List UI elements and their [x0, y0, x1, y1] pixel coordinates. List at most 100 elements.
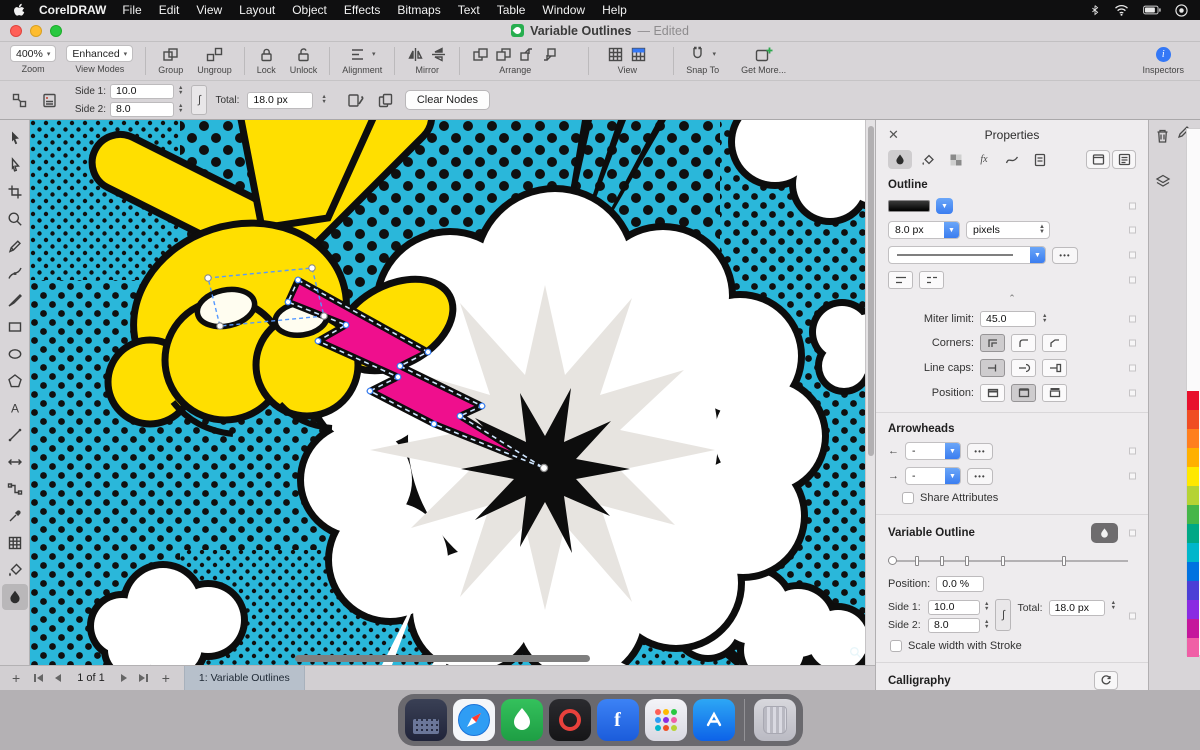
node-grid-button[interactable] — [8, 89, 30, 111]
mirror-vertical-icon[interactable] — [430, 46, 447, 63]
copy-width-button[interactable] — [375, 89, 397, 111]
dock-display-app[interactable] — [404, 699, 447, 741]
row-flag[interactable] — [1129, 276, 1136, 284]
palette-color[interactable] — [1187, 410, 1199, 429]
palette-color[interactable] — [1187, 505, 1199, 524]
grid-icon[interactable] — [607, 46, 624, 63]
side2-input[interactable]: 8.0 — [110, 101, 174, 117]
control-center-icon[interactable] — [1175, 3, 1188, 17]
dock-coreldraw[interactable] — [500, 699, 543, 741]
link-sides-button[interactable]: ∫ — [191, 85, 208, 115]
palette-color[interactable] — [1187, 638, 1199, 657]
palette-color[interactable] — [1187, 600, 1199, 619]
tab-transparency[interactable] — [944, 150, 968, 169]
last-page-button[interactable] — [138, 674, 148, 682]
node-page-button[interactable] — [38, 89, 60, 111]
line-style-more-button[interactable]: ••• — [1052, 246, 1078, 264]
palette-color[interactable] — [1187, 543, 1199, 562]
row-flag[interactable] — [1129, 389, 1136, 397]
mesh-fill-tool[interactable] — [2, 530, 28, 556]
tab-curve[interactable] — [1000, 150, 1024, 169]
menu-app-name[interactable]: CorelDRAW — [39, 3, 106, 17]
ruler-grid-icon[interactable] — [630, 46, 647, 63]
row-flag[interactable] — [1129, 612, 1136, 620]
view-modes-dropdown[interactable]: Enhanced ▾ — [66, 45, 134, 62]
ellipse-tool[interactable] — [2, 341, 28, 367]
to-back-icon[interactable] — [495, 46, 512, 63]
arrow-end-more-button[interactable]: ••• — [967, 467, 993, 485]
palette-color[interactable] — [1187, 486, 1199, 505]
dock-trash[interactable] — [753, 699, 796, 741]
crop-tool[interactable] — [2, 179, 28, 205]
alignment-dropdown[interactable]: ▾ Alignment — [342, 45, 382, 75]
outline-units-combo[interactable]: pixels ▲ ▼ — [966, 221, 1050, 239]
delete-icon[interactable] — [1155, 128, 1170, 149]
row-flag[interactable] — [1129, 202, 1136, 210]
line-style-combo[interactable]: ▼ — [888, 246, 1046, 264]
zoom-window-button[interactable] — [50, 24, 62, 37]
slider-tick[interactable] — [915, 556, 919, 566]
row-flag[interactable] — [1129, 364, 1136, 372]
vo-side2-stepper[interactable]: ▲ ▼ — [984, 619, 989, 630]
tab-fill[interactable] — [916, 150, 940, 169]
prev-page-button[interactable] — [55, 674, 62, 682]
drawing-canvas[interactable] — [30, 81, 925, 687]
bezier-tool[interactable] — [2, 260, 28, 286]
smart-fill-tool[interactable] — [2, 557, 28, 583]
vertical-scrollbar[interactable] — [865, 120, 875, 665]
miter-stepper[interactable]: ▲ ▼ — [1042, 313, 1047, 324]
side1-input[interactable]: 10.0 — [110, 83, 174, 99]
connector-tool[interactable] — [2, 476, 28, 502]
row-flag[interactable] — [1129, 529, 1136, 537]
dock-app-store[interactable] — [692, 699, 735, 741]
outline-color-dropdown[interactable]: ▼ — [936, 198, 953, 214]
get-more-button[interactable]: Get More... — [741, 45, 786, 75]
menu-effects[interactable]: Effects — [344, 3, 380, 17]
pick-tool[interactable] — [2, 125, 28, 151]
slider-tick[interactable] — [1062, 556, 1066, 566]
row-flag[interactable] — [1129, 447, 1136, 455]
menu-bitmaps[interactable]: Bitmaps — [397, 3, 440, 17]
tab-effects[interactable]: fx — [972, 150, 996, 169]
position-outside-button[interactable] — [1042, 384, 1067, 402]
vo-side1-stepper[interactable]: ▲ ▼ — [984, 601, 989, 612]
palette-color[interactable] — [1187, 448, 1199, 467]
back-one-icon[interactable] — [541, 46, 558, 63]
zoom-tool[interactable] — [2, 206, 28, 232]
vo-total-stepper[interactable]: ▲ ▼ — [1111, 600, 1116, 611]
row-flag[interactable] — [1129, 251, 1136, 259]
horizontal-scrollbar[interactable] — [295, 655, 590, 662]
collapse-chevron-icon[interactable]: ⌃ — [888, 293, 1136, 304]
canvas-zoom-icon[interactable] — [849, 646, 862, 664]
tab-document[interactable] — [1028, 150, 1052, 169]
corner-round-button[interactable] — [1011, 334, 1036, 352]
variable-outline-toggle-button[interactable] — [1091, 523, 1118, 543]
menu-table[interactable]: Table — [497, 3, 526, 17]
corner-miter-button[interactable] — [980, 334, 1005, 352]
color-palette[interactable] — [1186, 128, 1200, 657]
menu-text[interactable]: Text — [458, 3, 480, 17]
ungroup-button[interactable]: Ungroup — [197, 45, 232, 75]
arrow-end-combo[interactable]: - ▼ — [905, 467, 961, 485]
vo-total-input[interactable]: 18.0 px — [1048, 600, 1105, 616]
side1-stepper[interactable]: ▲ ▼ — [178, 85, 183, 96]
position-center-button[interactable] — [1011, 384, 1036, 402]
menu-object[interactable]: Object — [292, 3, 327, 17]
inspectors-button[interactable]: i Inspectors — [1142, 45, 1184, 75]
row-flag[interactable] — [1129, 226, 1136, 234]
wifi-icon[interactable] — [1114, 4, 1129, 16]
variable-outline-slider[interactable] — [888, 553, 1128, 569]
palette-color[interactable] — [1187, 619, 1199, 638]
palette-color[interactable] — [1187, 562, 1199, 581]
outline-width-combo[interactable]: 8.0 px ▼ — [888, 221, 960, 239]
slider-handle[interactable] — [888, 556, 897, 565]
panel-options-button[interactable] — [1112, 150, 1136, 169]
close-window-button[interactable] — [10, 24, 22, 37]
dock-safari[interactable] — [452, 699, 495, 741]
polygon-tool[interactable] — [2, 368, 28, 394]
row-flag[interactable] — [1129, 315, 1136, 323]
total-stepper[interactable]: ▲ ▼ — [321, 94, 326, 105]
calligraphy-reset-button[interactable] — [1094, 671, 1118, 690]
corner-bevel-button[interactable] — [1042, 334, 1067, 352]
float-panel-button[interactable] — [1086, 150, 1110, 169]
